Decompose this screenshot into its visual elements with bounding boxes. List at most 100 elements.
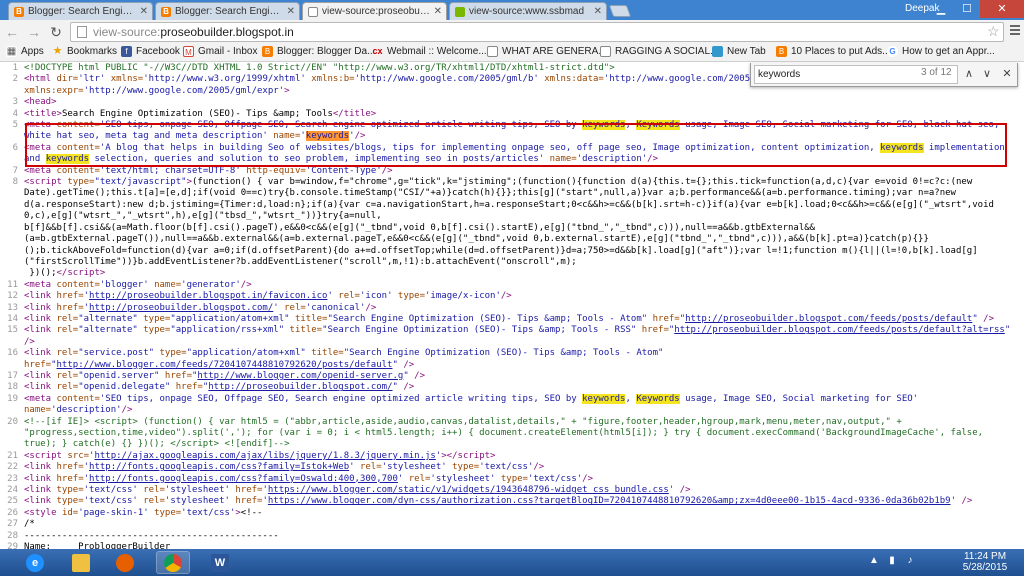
source-code: "progress,section,time,video").split(','… <box>24 428 984 438</box>
window-controls: ▁ ☐ ✕ <box>928 0 1024 18</box>
source-line: 0,c),e[g]("wtsrt_","_wtsrt",h),e[g]("tbs… <box>0 211 1024 222</box>
close-tab-icon[interactable]: ✕ <box>140 6 148 17</box>
line-number <box>0 211 24 222</box>
taskbar-ie[interactable]: e <box>18 551 52 574</box>
source-code: <!--[if IE]> <script> (function() { var … <box>24 416 902 427</box>
taskbar-explorer[interactable] <box>64 551 98 574</box>
source-line: xmlns:expr='http://www.google.com/2005/g… <box>0 86 1024 97</box>
source-line: 7 <meta content='text/html; charset=UTF-8… <box>0 166 1024 177</box>
url-host: proseobuilder.blogspot.in <box>160 25 294 39</box>
bookmark-star-icon[interactable]: ☆ <box>987 23 1000 40</box>
line-number <box>0 268 24 279</box>
close-tab-icon[interactable]: ✕ <box>434 6 442 17</box>
source-code: Name: ProbloggerBuilder <box>24 542 171 549</box>
close-tab-icon[interactable]: ✕ <box>594 6 602 17</box>
blogger-icon: B <box>776 46 787 57</box>
source-code: (a=b.gtbExternal.pageT()),null==a&&b.ext… <box>24 234 929 245</box>
source-line: 23 <link href='http://fonts.googleapis.co… <box>0 474 1024 485</box>
source-code: <meta content='blogger' name='generator'… <box>24 279 252 290</box>
maximize-icon[interactable]: ☐ <box>954 0 980 18</box>
close-window-icon[interactable]: ✕ <box>980 0 1024 18</box>
find-close-icon[interactable]: ✕ <box>999 66 1015 82</box>
line-number: 19 <box>7 393 18 404</box>
source-code: /* <box>24 519 35 530</box>
bookmark-bookmarks[interactable]: ★ Bookmarks <box>52 46 117 58</box>
source-code: <meta content='SEO tips, onpage SEO, Off… <box>24 120 1000 131</box>
line-number: 29 <box>7 542 18 549</box>
source-code: ();b.tickAboveFold=function(d){var a=0;i… <box>24 245 978 256</box>
line-number: 15 <box>7 325 18 336</box>
source-code: })();</script> <box>24 268 106 279</box>
new-tab-button[interactable] <box>608 5 632 17</box>
word-icon: W <box>211 553 229 572</box>
source-line: b[f]&&b[f].csi&&(a=Math.floor(b[f].csi()… <box>0 223 1024 234</box>
tab-view-source-active[interactable]: view-source:proseobuilde ✕ <box>302 2 447 20</box>
address-bar[interactable]: view-source:proseobuilder.blogspot.in <box>70 22 1004 42</box>
source-line: 26 <style id='page-skin-1' type='text/css… <box>0 508 1024 519</box>
tab-title: view-source:www.ssbmad <box>469 6 585 17</box>
find-bar: keywords 3 of 12 ∧ ∨ ✕ <box>750 63 1018 87</box>
gmail-icon: M <box>183 46 194 57</box>
taskbar-chrome[interactable] <box>156 551 190 574</box>
line-number <box>0 188 24 199</box>
source-line: 25 <link type='text/css' rel='stylesheet'… <box>0 496 1024 507</box>
line-number <box>0 86 24 97</box>
bookmark-what-are-genera[interactable]: WHAT ARE GENERA... <box>487 46 607 57</box>
source-code: d(a.responseStart):new d;b.jstiming={Tim… <box>24 199 994 210</box>
source-code: <link rel="openid.server" href="http://w… <box>24 370 426 381</box>
source-line: href="http://www.blogger.com/feeds/72041… <box>0 360 1024 371</box>
bookmark-10-places[interactable]: B 10 Places to put Ads... <box>776 46 891 57</box>
source-code: /> <box>24 336 35 347</box>
source-line: 11 <meta content='blogger' name='generato… <box>0 280 1024 291</box>
browser-toolbar: ← → ↻ view-source:proseobuilder.blogspot… <box>0 20 1024 44</box>
find-match-count: 3 of 12 <box>921 67 952 78</box>
bookmark-blogger[interactable]: B Blogger: Blogger Da... <box>262 46 375 57</box>
menu-icon[interactable] <box>1010 25 1020 37</box>
tab-strip: B Blogger: Search Engine O ✕ B Blogger: … <box>0 0 1024 20</box>
newtab-icon <box>712 46 723 57</box>
facebook-icon: f <box>121 46 132 57</box>
line-number <box>0 223 24 234</box>
bookmark-ragging[interactable]: RAGGING A SOCIAL... <box>600 46 718 57</box>
source-line: 28 --------------------------------------… <box>0 531 1024 542</box>
line-number: 18 <box>7 382 18 393</box>
find-next-icon[interactable]: ∨ <box>979 66 995 82</box>
forward-arrow-icon[interactable]: → <box>26 24 42 40</box>
source-code: white hat seo, meta tag and meta descrip… <box>24 131 366 142</box>
line-number: 3 <box>12 97 18 108</box>
bookmark-new-tab[interactable]: New Tab <box>712 46 766 57</box>
source-line: ("firstScrollTime"))}b.addEventListener?… <box>0 257 1024 268</box>
find-previous-icon[interactable]: ∧ <box>961 66 977 82</box>
source-line: 13 <link href='http://proseobuilder.blogs… <box>0 303 1024 314</box>
reload-icon[interactable]: ↻ <box>48 24 64 40</box>
show-hidden-icons-icon[interactable]: ▲ <box>868 555 880 567</box>
tab-blogger-1[interactable]: B Blogger: Search Engine O ✕ <box>8 2 153 20</box>
minimize-icon[interactable]: ▁ <box>928 0 954 18</box>
tab-view-source-ssb[interactable]: view-source:www.ssbmad ✕ <box>449 2 607 20</box>
source-line: /> <box>0 337 1024 348</box>
bookmark-webmail[interactable]: cx Webmail :: Welcome... <box>372 46 486 57</box>
close-tab-icon[interactable]: ✕ <box>287 6 295 17</box>
taskbar-word[interactable]: W <box>203 551 237 574</box>
source-code: and keywords selection, queries and solu… <box>24 154 659 165</box>
line-number: 17 <box>7 370 18 381</box>
clock[interactable]: 11:24 PM 5/28/2015 <box>955 551 1015 573</box>
tab-title: Blogger: Search Engine Op <box>175 6 284 17</box>
url-scheme: view-source: <box>93 25 161 39</box>
source-code: ("firstScrollTime"))}b.addEventListener?… <box>24 256 577 267</box>
internet-explorer-icon: e <box>26 553 44 572</box>
network-icon[interactable]: ▮ <box>886 555 898 567</box>
source-line: 22 <link href='http://fonts.googleapis.co… <box>0 462 1024 473</box>
source-code: <script src='http://ajax.googleapis.com/… <box>24 450 496 461</box>
bookmark-how-to-get[interactable]: G How to get an Appr... <box>887 46 995 57</box>
tab-blogger-2[interactable]: B Blogger: Search Engine Op ✕ <box>155 2 300 20</box>
bookmark-apps[interactable]: ▦ Apps <box>6 46 44 57</box>
bookmark-gmail[interactable]: M Gmail - Inbox <box>183 46 257 57</box>
firefox-icon <box>116 553 134 572</box>
line-number <box>0 257 24 268</box>
back-arrow-icon[interactable]: ← <box>4 24 20 40</box>
taskbar-firefox[interactable] <box>108 551 142 574</box>
bookmark-facebook[interactable]: f Facebook <box>121 46 180 57</box>
line-number: 20 <box>7 416 18 427</box>
volume-icon[interactable]: ♪ <box>904 555 916 567</box>
